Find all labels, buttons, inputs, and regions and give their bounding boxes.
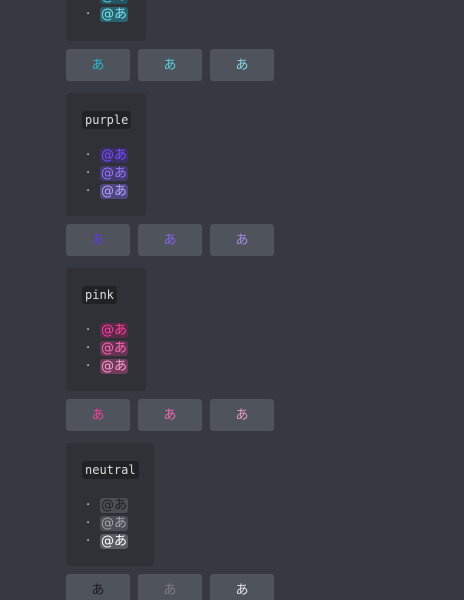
swatch-button[interactable]: あ <box>66 574 130 600</box>
mention-row: · @あ <box>82 147 130 165</box>
mention-sample[interactable]: @あ <box>100 359 129 374</box>
mention-sample[interactable]: @あ <box>100 516 129 531</box>
swatch-card-pink: pink · @あ · @あ · @あ <box>66 268 146 391</box>
mention-row: · @あ <box>82 322 130 340</box>
button-glyph: あ <box>235 582 249 598</box>
mention-row: · @あ <box>82 183 130 201</box>
button-glyph: あ <box>91 57 105 73</box>
button-glyph: あ <box>163 232 177 248</box>
color-swatch-page: ·@あ·@あ·@ああああpurple·@あ·@あ·@ああああpink·@あ·@あ… <box>0 0 464 600</box>
swatch-list: ·@あ·@あ·@ああああpurple·@あ·@あ·@ああああpink·@あ·@あ… <box>66 0 446 600</box>
bullet-icon: · <box>86 166 91 181</box>
button-row-neutral: あああ <box>66 574 446 600</box>
swatch-button[interactable]: あ <box>210 574 274 600</box>
bullet-icon: · <box>86 323 91 338</box>
swatch-button[interactable]: あ <box>66 224 130 256</box>
mention-sample[interactable]: @あ <box>100 148 129 163</box>
mention-row: · @あ <box>82 165 130 183</box>
button-row-purple: あああ <box>66 224 446 256</box>
swatch-button[interactable]: あ <box>66 399 130 431</box>
bullet-icon: · <box>86 341 91 356</box>
mention-sample[interactable]: @あ <box>100 323 129 338</box>
swatch-group-purple: purple · @あ · @あ · @ああ あ あ <box>66 93 446 256</box>
swatch-button[interactable]: あ <box>138 49 202 81</box>
bullet-icon: · <box>86 184 91 199</box>
mention-sample[interactable]: @あ <box>100 0 129 4</box>
swatch-button[interactable]: あ <box>138 399 202 431</box>
swatch-card-cyan: ·@あ·@あ·@あ <box>66 0 146 41</box>
mention-row: · @あ <box>82 533 138 551</box>
mention-sample[interactable]: @あ <box>100 534 129 549</box>
swatch-button[interactable]: あ <box>210 399 274 431</box>
button-row-pink: あああ <box>66 399 446 431</box>
mention-row: · @あ <box>82 340 130 358</box>
bullet-icon: · <box>86 498 91 513</box>
bullet-icon: · <box>86 534 91 549</box>
bullet-icon: · <box>86 148 91 163</box>
button-glyph: あ <box>163 57 177 73</box>
mention-sample[interactable]: @あ <box>100 184 129 199</box>
swatch-card-purple: purple · @あ · @あ · @あ <box>66 93 146 216</box>
swatch-button[interactable]: あ <box>210 224 274 256</box>
bullet-icon: · <box>86 516 91 531</box>
mention-sample[interactable]: @あ <box>100 341 129 356</box>
bullet-icon: · <box>86 359 91 374</box>
swatch-button[interactable]: あ <box>138 224 202 256</box>
bullet-icon: · <box>86 7 91 22</box>
swatch-button[interactable]: あ <box>210 49 274 81</box>
mention-sample[interactable]: @あ <box>100 166 129 181</box>
swatch-label: neutral <box>82 461 139 479</box>
mention-row: · @あ <box>82 497 138 515</box>
button-row-cyan: あああ <box>66 49 446 81</box>
button-glyph: あ <box>163 407 177 423</box>
button-glyph: あ <box>163 582 177 598</box>
mention-row: · @あ <box>82 358 130 376</box>
button-glyph: あ <box>235 57 249 73</box>
mention-sample[interactable]: @あ <box>100 498 129 513</box>
swatch-group-pink: pink · @あ · @あ · @ああ あ あ <box>66 268 446 431</box>
swatch-button[interactable]: あ <box>138 574 202 600</box>
swatch-group-cyan: ·@あ·@あ·@ああああ <box>66 0 446 81</box>
mention-sample[interactable]: @あ <box>100 7 129 22</box>
swatch-button[interactable]: あ <box>66 49 130 81</box>
mention-row: · @あ <box>82 6 130 24</box>
button-glyph: あ <box>235 232 249 248</box>
swatch-card-neutral: neutral · @あ · @あ · @あ <box>66 443 154 566</box>
button-glyph: あ <box>91 407 105 423</box>
swatch-group-neutral: neutral · @あ · @あ · @ああ あ あ <box>66 443 446 600</box>
button-glyph: あ <box>91 582 105 598</box>
mention-row: · @あ <box>82 515 138 533</box>
swatch-label: purple <box>82 111 132 129</box>
swatch-label: pink <box>82 286 117 304</box>
button-glyph: あ <box>91 232 105 248</box>
button-glyph: あ <box>235 407 249 423</box>
